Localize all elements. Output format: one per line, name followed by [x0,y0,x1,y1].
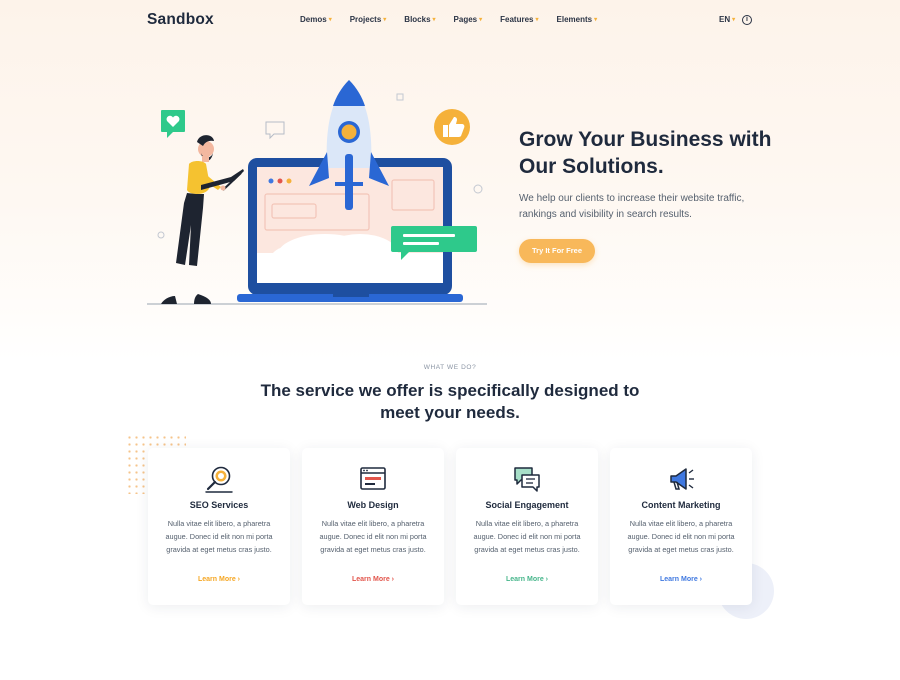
card-title: Social Engagement [485,500,569,510]
service-card-web-design: Web Design Nulla vitae elit libero, a ph… [302,448,444,605]
learn-more-link[interactable]: Learn More › [456,576,598,583]
menu-item-projects[interactable]: Projects ▾ [350,15,387,24]
hero-description: We help our clients to increase their we… [519,193,745,220]
menu-item-elements[interactable]: Elements ▾ [557,15,598,24]
section-eyebrow: WHAT WE DO? [423,364,477,371]
card-title: Web Design [347,500,399,510]
card-title: SEO Services [189,500,249,510]
hero-title: Grow Your Business with Our Solutions. [519,128,772,178]
chevron-down-icon: ▾ [432,17,436,23]
card-text: Nulla vitae elit libero, a pharetra augu… [627,519,735,555]
menu-item-pages[interactable]: Pages ▾ [454,15,483,24]
language-selector[interactable]: EN ▾ [719,15,735,24]
info-icon[interactable]: i [742,15,752,25]
chat-bubbles-icon [514,467,540,492]
card-text: Nulla vitae elit libero, a pharetra augu… [165,519,273,555]
chevron-down-icon: ▾ [594,17,598,23]
megaphone-icon [670,468,694,490]
hero-illustration [147,80,487,305]
top-navbar: Sandbox Demos ▾ Projects ▾ Blocks ▾ Pages ▾ … [0,0,900,42]
learn-more-link[interactable]: Learn More › [610,576,752,583]
chevron-down-icon: ▾ [479,17,483,23]
chevron-down-icon: ▾ [328,17,332,23]
search-magnifier-icon [205,466,233,493]
logo[interactable]: Sandbox [147,11,214,29]
card-title: Content Marketing [641,500,721,510]
service-card-seo: SEO Services Nulla vitae elit libero, a … [148,448,290,605]
service-card-content-marketing: Content Marketing Nulla vitae elit liber… [610,448,752,605]
card-text: Nulla vitae elit libero, a pharetra augu… [473,519,581,555]
chevron-down-icon: ▾ [732,17,736,23]
learn-more-link[interactable]: Learn More › [148,576,290,583]
card-text: Nulla vitae elit libero, a pharetra augu… [319,519,427,555]
chevron-down-icon: ▾ [535,17,539,23]
browser-window-icon [360,467,386,490]
main-menu: Demos ▾ Projects ▾ Blocks ▾ Pages ▾ Features… [300,15,615,24]
chevron-down-icon: ▾ [383,17,387,23]
learn-more-link[interactable]: Learn More › [302,576,444,583]
menu-item-demos[interactable]: Demos ▾ [300,15,332,24]
menu-item-blocks[interactable]: Blocks ▾ [404,15,435,24]
section-title: The service we offer is specifically des… [260,381,640,422]
service-card-social-engagement: Social Engagement Nulla vitae elit liber… [456,448,598,605]
try-it-free-button[interactable]: Try It For Free [519,239,595,263]
menu-item-features[interactable]: Features ▾ [500,15,538,24]
